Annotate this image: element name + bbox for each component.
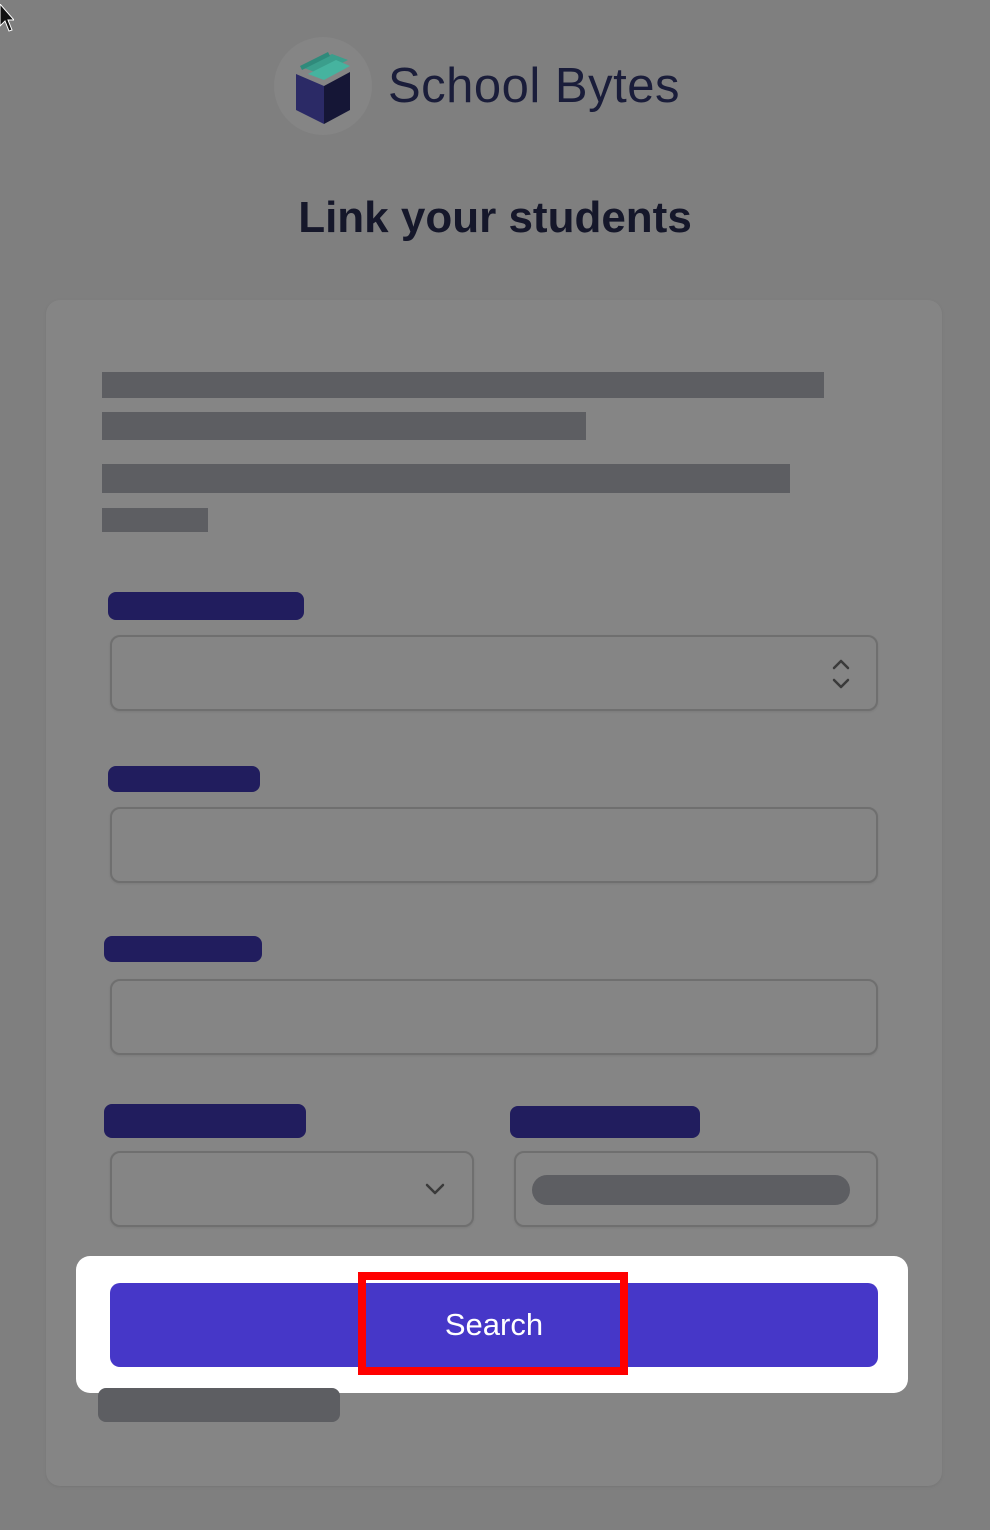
- field-3-label: [104, 936, 262, 962]
- field-5-label: [510, 1106, 700, 1138]
- book-logo-icon: [274, 37, 372, 135]
- field-3-input[interactable]: [110, 979, 878, 1055]
- page-title: Link your students: [298, 193, 692, 242]
- field-4-label: [104, 1104, 306, 1138]
- instructions-text-line-4: [102, 508, 208, 532]
- field-5-value: [532, 1175, 850, 1205]
- instructions-text-line-2: [102, 412, 586, 440]
- chevron-down-icon: [425, 1183, 445, 1195]
- mouse-cursor-icon: [0, 4, 14, 32]
- field-1-select[interactable]: [110, 635, 878, 711]
- instructions-text-line-1: [102, 372, 824, 398]
- field-2-label: [108, 766, 260, 792]
- field-4-select[interactable]: [110, 1151, 474, 1227]
- search-button[interactable]: Search: [110, 1283, 878, 1367]
- field-2-input[interactable]: [110, 807, 878, 883]
- field-5-input[interactable]: [514, 1151, 878, 1227]
- field-1-label: [108, 592, 304, 620]
- school-bytes-logo: School Bytes: [274, 36, 680, 136]
- secondary-link[interactable]: [98, 1388, 340, 1422]
- instructions-text-line-3: [102, 464, 790, 493]
- brand-name: School Bytes: [388, 59, 680, 113]
- chevron-up-down-icon: [832, 659, 850, 689]
